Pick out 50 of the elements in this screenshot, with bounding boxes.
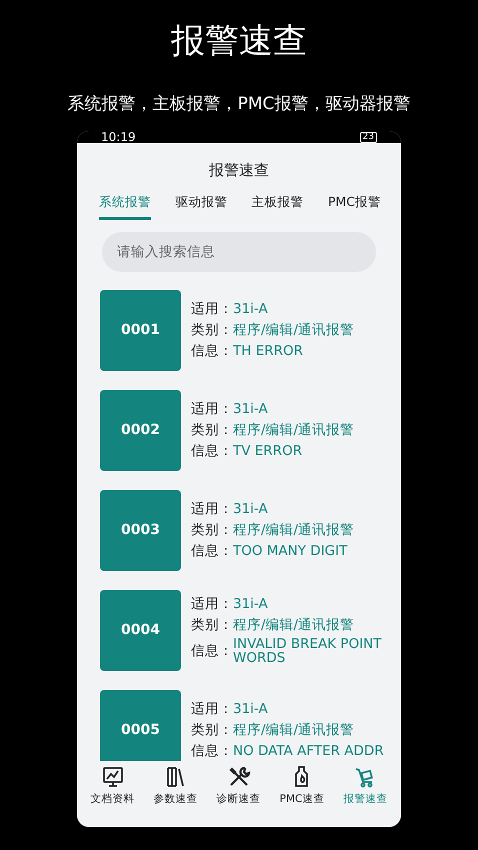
- alarm-code-tile[interactable]: 0005: [100, 690, 181, 761]
- field-label: 类别：: [191, 521, 233, 539]
- field-label: 信息：: [191, 542, 233, 560]
- app-title: 报警速查: [208, 161, 270, 180]
- field-label: 信息：: [191, 642, 233, 660]
- status-time: 10:19: [101, 131, 136, 143]
- category-tab[interactable]: 主板报警: [252, 194, 304, 220]
- field-label: 适用：: [191, 300, 233, 318]
- alarm-code-tile[interactable]: 0004: [100, 590, 181, 670]
- field-value: 程序/编辑/通讯报警: [233, 618, 354, 632]
- field-label: 类别：: [191, 721, 233, 739]
- field-label: 类别：: [191, 321, 233, 339]
- field-value: 31i-A: [233, 402, 268, 416]
- nav-tab[interactable]: 诊断速查: [216, 765, 261, 827]
- field-value: 31i-A: [233, 702, 268, 716]
- field-value: 程序/编辑/通讯报警: [233, 322, 354, 338]
- field-value: INVALID BREAK POINT WORDS: [233, 636, 383, 666]
- nav-tab[interactable]: PMC速查: [280, 765, 324, 827]
- field-label: 信息：: [191, 442, 233, 460]
- category-tab[interactable]: PMC报警: [328, 194, 381, 220]
- field-label: 适用：: [191, 700, 233, 718]
- field-value: 31i-A: [233, 302, 268, 316]
- field-value: 程序/编辑/通讯报警: [233, 422, 354, 438]
- field-value: TOO MANY DIGIT: [233, 544, 348, 558]
- category-tab[interactable]: 驱动报警: [175, 194, 228, 220]
- nav-tab[interactable]: 报警速查: [343, 765, 388, 827]
- field-value: NO DATA AFTER ADDR: [233, 744, 384, 758]
- monitor-chart-icon: [100, 765, 125, 789]
- search-field[interactable]: 请输入搜索信息: [102, 232, 376, 272]
- field-value: TV ERROR: [233, 444, 302, 458]
- alarm-code-tile[interactable]: 0002: [100, 390, 181, 470]
- field-value: 程序/编辑/通讯报警: [233, 522, 354, 538]
- field-label: 适用：: [191, 500, 233, 518]
- field-value: TH ERROR: [233, 344, 303, 358]
- field-label: 信息：: [191, 742, 233, 760]
- nav-tab[interactable]: 参数速查: [154, 765, 198, 827]
- nav-tab[interactable]: 文档资料: [90, 765, 135, 827]
- field-value: 31i-A: [233, 596, 268, 611]
- alarm-code-tile[interactable]: 0001: [100, 290, 181, 370]
- field-label: 适用：: [191, 400, 233, 418]
- field-label: 信息：: [191, 342, 233, 360]
- field-value: 31i-A: [233, 502, 268, 516]
- field-label: 适用：: [191, 594, 233, 613]
- page-subtitle: 系统报警，主板报警，PMC报警，驱动器报警: [66, 93, 412, 115]
- category-tab[interactable]: 系统报警: [99, 194, 151, 220]
- field-label: 类别：: [191, 421, 233, 439]
- alarm-code-tile[interactable]: 0003: [100, 490, 181, 570]
- page-headline: 报警速查: [170, 20, 308, 62]
- field-value: 程序/编辑/通讯报警: [233, 722, 354, 738]
- field-label: 类别：: [191, 616, 233, 634]
